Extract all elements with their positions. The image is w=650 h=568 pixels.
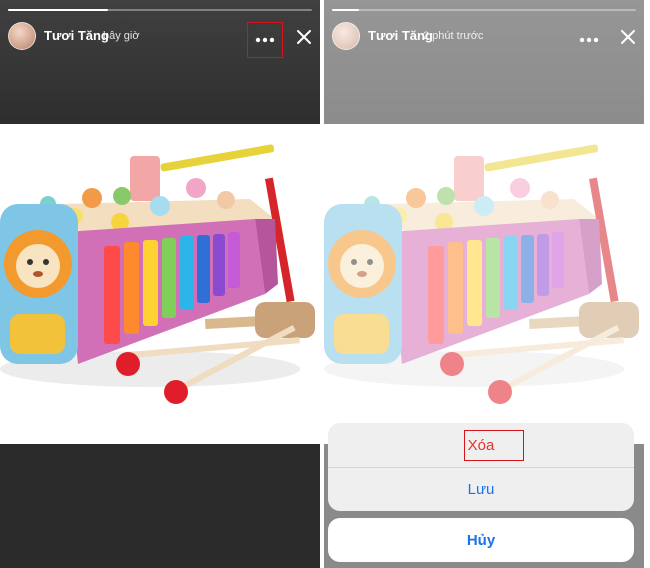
delete-highlight-box (464, 430, 524, 461)
story-background-top (0, 0, 320, 124)
story-viewer-left: Tươi Tăng bây giờ (0, 0, 320, 568)
close-icon (297, 30, 311, 44)
story-progress-bar (8, 9, 312, 11)
toy-xylophone-image (0, 124, 320, 444)
more-horizontal-icon (255, 37, 275, 43)
avatar[interactable] (8, 22, 36, 50)
cancel-button-label: Hủy (466, 531, 496, 549)
close-button[interactable] (292, 25, 316, 49)
action-sheet: Xóa Lưu (328, 423, 634, 511)
save-action-label: Lưu (467, 481, 495, 498)
more-options-button[interactable] (247, 22, 283, 58)
user-name[interactable]: Tươi Tăng (44, 28, 109, 43)
story-progress-fill (8, 9, 109, 11)
story-background-bottom (0, 444, 320, 568)
post-time: bây giờ (103, 30, 140, 42)
save-action[interactable]: Lưu (328, 467, 634, 511)
story-viewer-right: Tươi Tăng 2 phút trước Xóa Lưu Hủy (324, 0, 644, 568)
story-photo (0, 124, 320, 444)
cancel-button[interactable]: Hủy (328, 518, 634, 562)
